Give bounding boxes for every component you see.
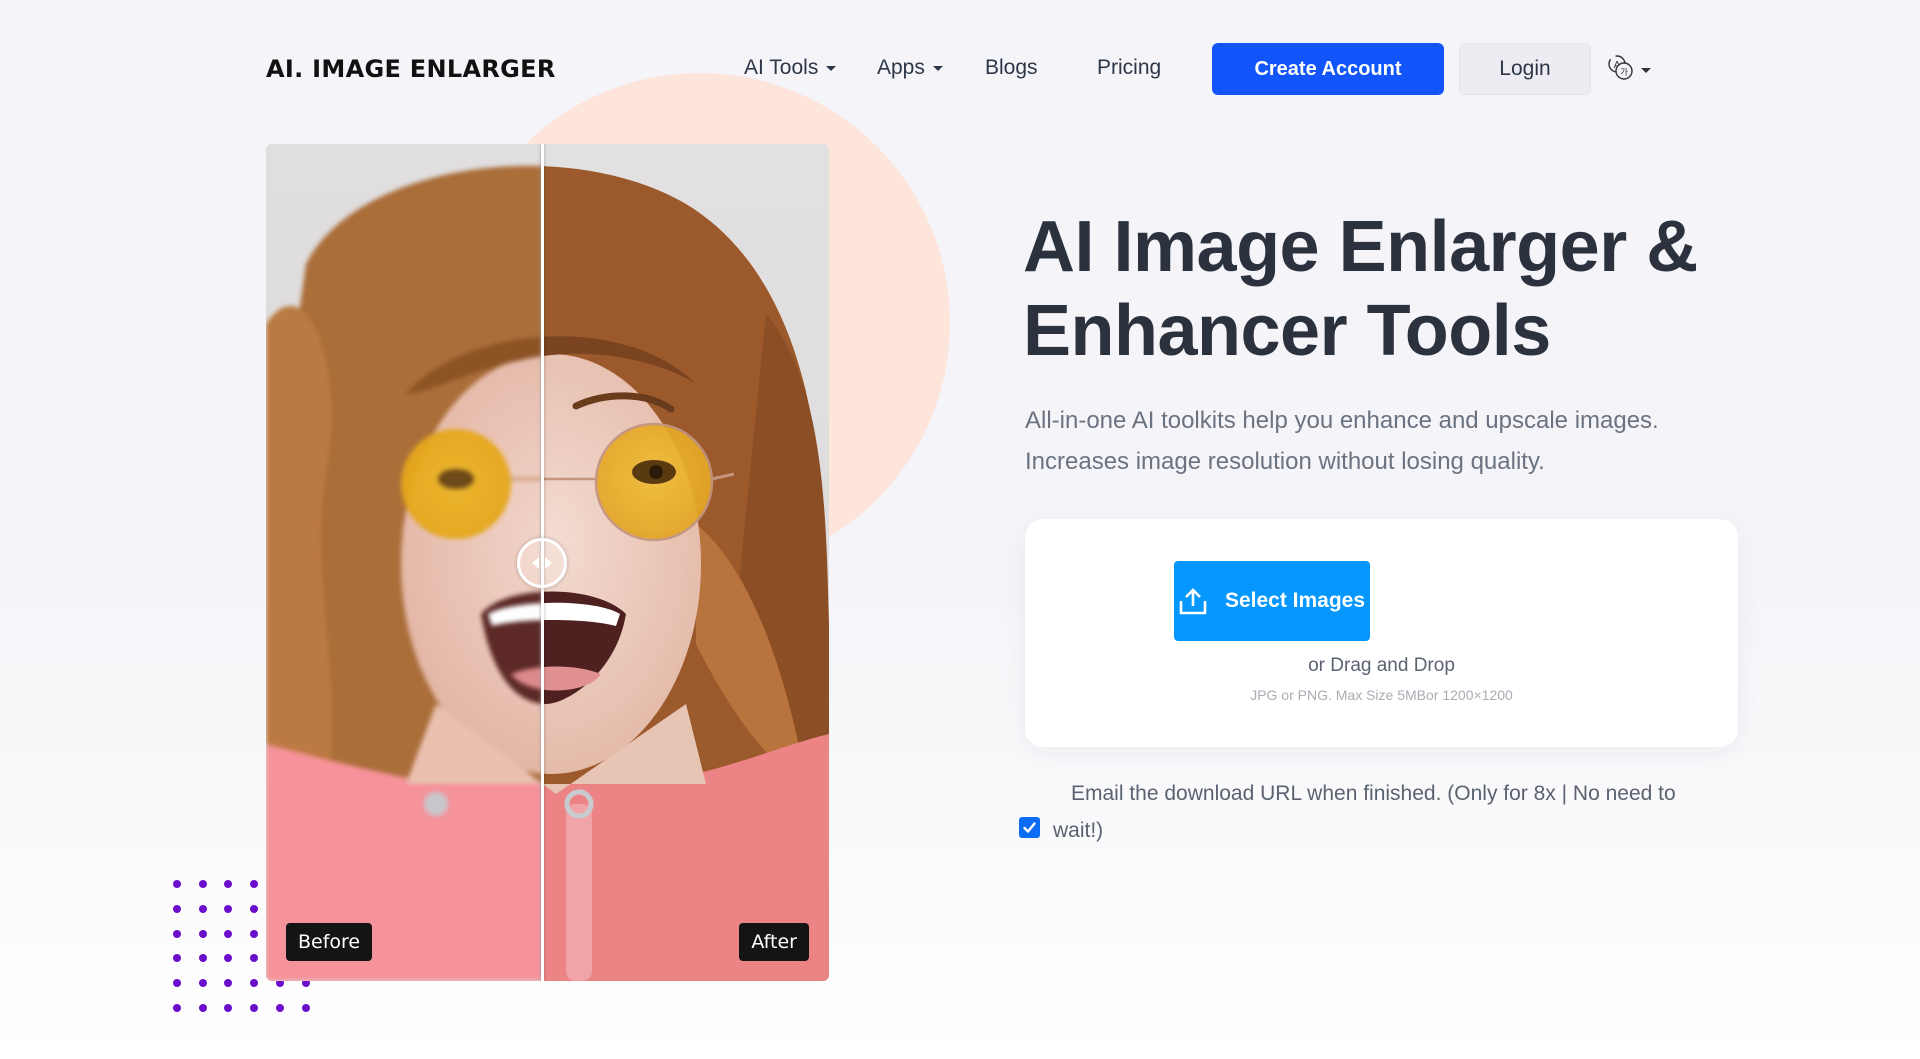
upload-icon <box>1179 588 1207 615</box>
decorative-dot <box>224 1004 233 1012</box>
decorative-dot <box>250 929 259 938</box>
upload-dropzone[interactable] <box>1025 519 1738 747</box>
portrait-photo-before <box>266 144 542 981</box>
decorative-dot <box>250 1004 259 1012</box>
decorative-dot <box>173 904 181 913</box>
decorative-dot <box>198 979 207 988</box>
arrow-right-icon <box>545 557 552 569</box>
email-checkbox[interactable] <box>1019 817 1040 838</box>
decorative-dot <box>250 904 259 913</box>
decorative-dot <box>224 979 233 988</box>
decorative-dot <box>173 880 181 888</box>
nav-blogs-label: Blogs <box>985 56 1038 79</box>
title-line-1: AI Image Enlarger & <box>1023 207 1698 287</box>
nav-pricing[interactable]: Pricing <box>1097 56 1161 80</box>
site-logo[interactable]: AI. IMAGE ENLARGER <box>266 55 556 83</box>
checkmark-icon <box>1023 822 1036 833</box>
decorative-dot <box>301 1004 310 1012</box>
create-account-button[interactable]: Create Account <box>1212 43 1444 95</box>
before-image <box>266 144 542 981</box>
select-images-button[interactable]: Select Images <box>1174 561 1370 641</box>
decorative-dot <box>275 1004 284 1012</box>
decorative-dot <box>173 1004 181 1012</box>
decorative-dot <box>198 954 207 963</box>
drag-drop-text: or Drag and Drop <box>1308 655 1455 676</box>
decorative-dot <box>224 880 233 888</box>
decorative-dot <box>198 904 207 913</box>
decorative-dot <box>173 979 181 988</box>
decorative-dot <box>173 954 181 963</box>
decorative-dot <box>250 880 259 888</box>
decorative-dot <box>198 1004 207 1012</box>
after-badge: After <box>739 923 809 961</box>
decorative-dot <box>198 880 207 888</box>
decorative-dot <box>250 979 259 988</box>
nav-pricing-label: Pricing <box>1097 56 1162 79</box>
subtitle-line-1: All-in-one AI toolkits help you enhance … <box>1025 407 1659 434</box>
nav-ai-tools[interactable]: AI Tools <box>744 56 837 80</box>
svg-text:가: 가 <box>1620 68 1628 78</box>
nav-apps[interactable]: Apps <box>877 56 943 80</box>
caret-down-icon <box>1641 67 1651 73</box>
title-line-2: Enhancer Tools <box>1023 291 1551 371</box>
email-option-label[interactable]: Email the download URL when finished. (O… <box>1051 775 1741 849</box>
comparison-slider-handle[interactable] <box>517 538 567 588</box>
before-badge: Before <box>286 923 373 961</box>
page-subtitle: All-in-one AI toolkits help you enhance … <box>1025 400 1745 482</box>
decorative-dot <box>224 929 233 938</box>
decorative-dot <box>250 954 259 963</box>
decorative-dot <box>198 929 207 938</box>
decorative-dot <box>173 929 181 938</box>
email-label-line-1: Email the download URL when finished. (O… <box>1071 782 1676 805</box>
caret-down-icon <box>826 65 837 71</box>
portrait-photo-after <box>542 144 829 981</box>
decorative-dot <box>224 954 233 963</box>
nav-apps-label: Apps <box>877 56 925 79</box>
nav-blogs[interactable]: Blogs <box>985 56 1038 80</box>
nav-ai-tools-label: AI Tools <box>744 56 819 79</box>
arrow-left-icon <box>532 557 539 569</box>
after-image <box>542 144 829 981</box>
select-images-label: Select Images <box>1224 589 1366 612</box>
decorative-dot <box>224 904 233 913</box>
language-selector[interactable]: A 가 <box>1607 54 1651 82</box>
file-requirements-text: JPG or PNG. Max Size 5MBor 1200×1200 <box>1250 687 1513 703</box>
page-title: AI Image Enlarger & Enhancer Tools <box>1023 205 1723 373</box>
translate-icon: A 가 <box>1608 55 1633 80</box>
before-after-comparison[interactable]: Before After <box>266 144 829 981</box>
subtitle-line-2: Increases image resolution without losin… <box>1025 448 1545 475</box>
caret-down-icon <box>932 65 943 71</box>
login-button[interactable]: Login <box>1459 43 1591 95</box>
email-label-line-2: wait!) <box>1053 819 1104 842</box>
